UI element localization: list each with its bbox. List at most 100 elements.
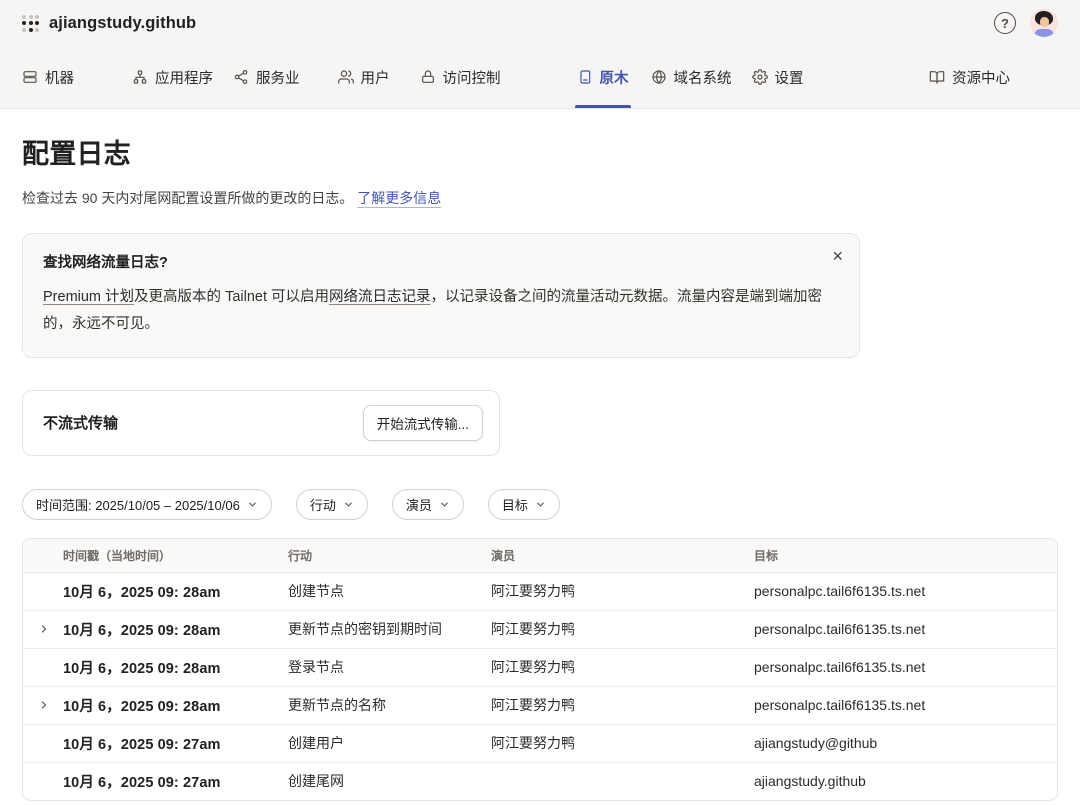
filter-date-range[interactable]: 时间范围: 2025/10/05 – 2025/10/06	[22, 489, 272, 520]
chevron-down-icon	[343, 499, 354, 510]
cell-target: personalpc.tail6f6135.ts.net	[754, 583, 1057, 599]
nav-item-access-controls[interactable]: 访问控制	[420, 46, 501, 108]
nav-item-resource-center[interactable]: 资源中心	[929, 46, 1010, 108]
cell-target: ajiangstudy.github	[754, 773, 1057, 789]
table-row: 10月 6，2025 09: 28am 更新节点的名称 阿江要努力鸭 perso…	[23, 686, 1057, 724]
streaming-status-card: 不流式传输 开始流式传输...	[22, 390, 500, 456]
chevron-right-icon	[38, 623, 50, 635]
nav-item-dns[interactable]: 域名系统	[651, 46, 732, 108]
tailscale-logo-icon	[22, 15, 39, 32]
cell-action: 登录节点	[288, 657, 491, 677]
journal-icon	[577, 69, 593, 85]
table-row: 10月 6，2025 09: 28am 更新节点的密钥到期时间 阿江要努力鸭 p…	[23, 610, 1057, 648]
nav-item-apps[interactable]: 应用程序	[132, 46, 213, 108]
page-title: 配置日志	[22, 132, 1058, 171]
premium-plan-link[interactable]: Premium 计划	[43, 289, 134, 305]
cell-actor: 阿江要努力鸭	[491, 657, 754, 677]
nav-label: 服务业	[256, 67, 300, 88]
nav-label: 机器	[45, 67, 74, 88]
nav-label: 访问控制	[443, 67, 501, 88]
share-nodes-icon	[233, 69, 249, 85]
nav-item-services[interactable]: 服务业	[233, 46, 300, 108]
table-row: 10月 6，2025 09: 28am 创建节点 阿江要努力鸭 personal…	[23, 572, 1057, 610]
server-icon	[22, 69, 38, 85]
sitemap-icon	[132, 69, 148, 85]
help-icon[interactable]: ?	[994, 12, 1016, 34]
filter-label: 演员	[406, 495, 432, 514]
nav-label: 用户	[361, 67, 390, 88]
open-book-icon	[929, 69, 945, 85]
start-streaming-button[interactable]: 开始流式传输...	[363, 405, 483, 441]
nav-item-logs[interactable]: 原木	[577, 46, 629, 108]
column-header-action: 行动	[288, 547, 491, 564]
filter-actor[interactable]: 演员	[392, 489, 464, 520]
chevron-down-icon	[439, 499, 450, 510]
network-flow-logs-banner: 查找网络流量日志? × Premium 计划及更高版本的 Tailnet 可以启…	[22, 233, 860, 358]
expand-row-button[interactable]	[23, 687, 63, 724]
cell-action: 更新节点的名称	[288, 695, 491, 715]
nav-label: 原木	[600, 67, 629, 88]
chevron-down-icon	[247, 499, 258, 510]
cell-timestamp: 10月 6，2025 09: 28am	[63, 695, 288, 716]
network-flow-logging-link[interactable]: 网络流日志记录	[329, 289, 431, 305]
user-avatar[interactable]	[1030, 9, 1058, 37]
nav-item-users[interactable]: 用户	[338, 46, 390, 108]
filter-label: 时间范围: 2025/10/05 – 2025/10/06	[36, 495, 240, 514]
cell-actor: 阿江要努力鸭	[491, 733, 754, 753]
cell-target: personalpc.tail6f6135.ts.net	[754, 659, 1057, 675]
chevron-right-icon	[38, 699, 50, 711]
filter-action[interactable]: 行动	[296, 489, 368, 520]
table-row: 10月 6，2025 09: 27am 创建尾网 ajiangstudy.git…	[23, 762, 1057, 800]
nav-item-settings[interactable]: 设置	[752, 46, 804, 108]
cell-timestamp: 10月 6，2025 09: 28am	[63, 619, 288, 640]
cell-actor: 阿江要努力鸭	[491, 619, 754, 639]
filter-label: 目标	[502, 495, 528, 514]
banner-text: 及更高版本的 Tailnet 可以启用	[134, 289, 329, 305]
nav-item-machines[interactable]: 机器	[22, 46, 74, 108]
nav-label: 域名系统	[674, 67, 732, 88]
avatar-face	[1040, 17, 1049, 27]
banner-title: 查找网络流量日志?	[43, 251, 839, 272]
main-content: 配置日志 检查过去 90 天内对尾网配置设置所做的更改的日志。 了解更多信息 查…	[0, 132, 1080, 805]
table-row: 10月 6，2025 09: 27am 创建用户 阿江要努力鸭 ajiangst…	[23, 724, 1057, 762]
home-link[interactable]: ajiangstudy.github	[22, 14, 196, 33]
cell-timestamp: 10月 6，2025 09: 28am	[63, 657, 288, 678]
users-icon	[338, 69, 354, 85]
tailnet-name: ajiangstudy.github	[49, 14, 196, 33]
filter-label: 行动	[310, 495, 336, 514]
cell-target: personalpc.tail6f6135.ts.net	[754, 697, 1057, 713]
page-description: 检查过去 90 天内对尾网配置设置所做的更改的日志。 了解更多信息	[22, 188, 1058, 208]
cell-action: 创建尾网	[288, 771, 491, 791]
chevron-down-icon	[535, 499, 546, 510]
gear-icon	[752, 69, 768, 85]
table-row: 10月 6，2025 09: 28am 登录节点 阿江要努力鸭 personal…	[23, 648, 1057, 686]
close-icon[interactable]: ×	[832, 247, 843, 265]
page-description-text: 检查过去 90 天内对尾网配置设置所做的更改的日志。	[22, 190, 353, 206]
primary-nav: 机器 应用程序 服务业 用户 访问控制 原木 域名系统 设置	[0, 46, 1080, 109]
column-header-target: 目标	[754, 547, 1057, 564]
cell-action: 更新节点的密钥到期时间	[288, 619, 491, 639]
cell-actor: 阿江要努力鸭	[491, 695, 754, 715]
cell-timestamp: 10月 6，2025 09: 27am	[63, 733, 288, 754]
cell-target: personalpc.tail6f6135.ts.net	[754, 621, 1057, 637]
app-header: ajiangstudy.github ? 机器 应用程序 服务业 用户	[0, 0, 1080, 109]
cell-actor: 阿江要努力鸭	[491, 581, 754, 601]
cell-action: 创建用户	[288, 733, 491, 753]
cell-target: ajiangstudy@github	[754, 735, 1057, 751]
lock-icon	[420, 69, 436, 85]
cell-timestamp: 10月 6，2025 09: 27am	[63, 771, 288, 792]
banner-body: Premium 计划及更高版本的 Tailnet 可以启用网络流日志记录，以记录…	[43, 284, 823, 338]
column-header-timestamp: 时间戳（当地时间）	[63, 547, 288, 564]
log-filters: 时间范围: 2025/10/05 – 2025/10/06 行动 演员 目标	[22, 489, 1058, 520]
avatar-shirt	[1034, 29, 1054, 37]
column-header-actor: 演员	[491, 547, 754, 564]
expand-row-button[interactable]	[23, 611, 63, 648]
filter-target[interactable]: 目标	[488, 489, 560, 520]
nav-label: 设置	[775, 67, 804, 88]
globe-icon	[651, 69, 667, 85]
cell-timestamp: 10月 6，2025 09: 28am	[63, 581, 288, 602]
nav-label: 应用程序	[155, 67, 213, 88]
cell-action: 创建节点	[288, 581, 491, 601]
learn-more-link[interactable]: 了解更多信息	[357, 190, 441, 208]
table-header-row: 时间戳（当地时间） 行动 演员 目标	[23, 539, 1057, 572]
